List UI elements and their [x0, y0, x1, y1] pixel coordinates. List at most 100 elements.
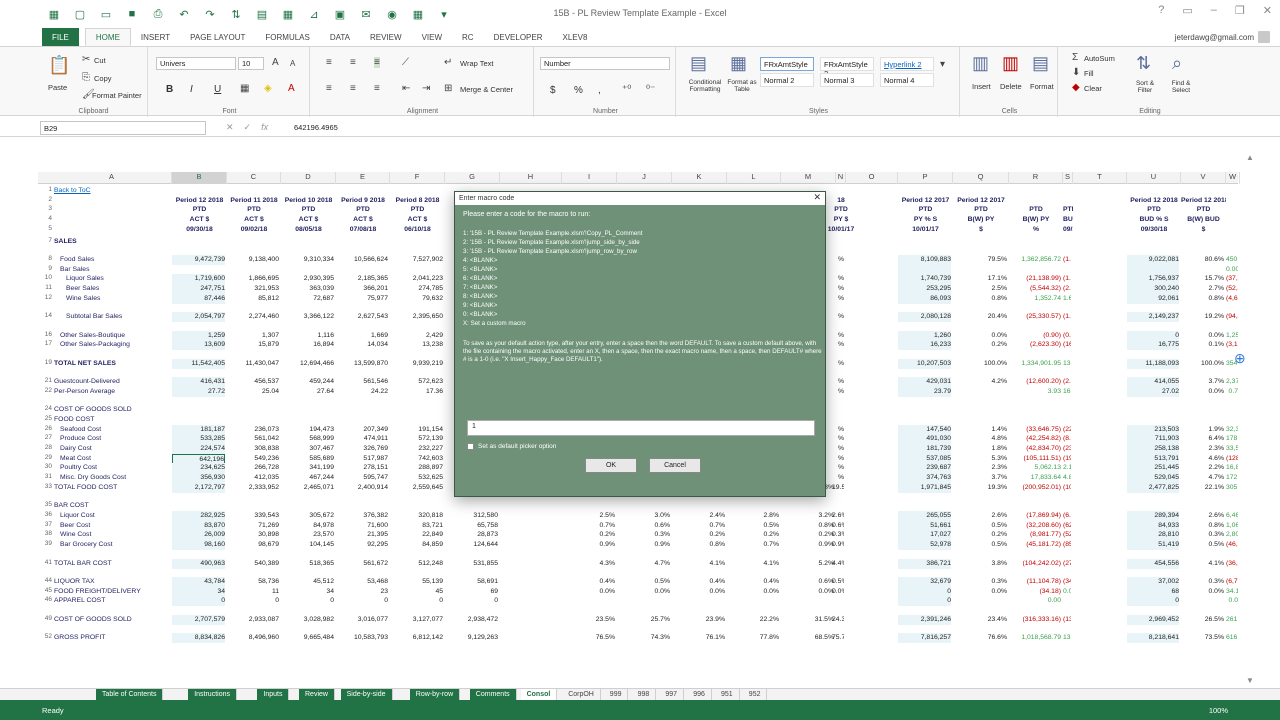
- header-cell[interactable]: 08/05/18: [281, 225, 336, 235]
- value-cell[interactable]: 4.8%: [1063, 473, 1071, 483]
- header-cell[interactable]: PY % S: [898, 215, 953, 225]
- value-cell[interactable]: 2,391,246: [898, 614, 951, 625]
- value-cell[interactable]: 0.0%: [953, 587, 1008, 597]
- macro-list-item[interactable]: 9: <BLANK>: [463, 301, 813, 310]
- value-cell[interactable]: (27.0%): [1063, 559, 1071, 569]
- value-cell[interactable]: 247,751: [172, 284, 225, 295]
- value-cell[interactable]: 1,866,695: [227, 274, 279, 284]
- row-label[interactable]: FOOD FREIGHT/DELIVERY: [54, 587, 172, 597]
- value-cell[interactable]: 288,897: [390, 463, 443, 473]
- value-cell[interactable]: 4.4%: [832, 559, 844, 569]
- italic-button[interactable]: I: [190, 84, 193, 95]
- value-cell[interactable]: 0: [1127, 330, 1179, 341]
- style-normal-3[interactable]: Normal 3: [820, 73, 874, 87]
- value-cell[interactable]: 0.5%: [953, 540, 1008, 550]
- value-cell[interactable]: 2,172,797: [172, 482, 225, 493]
- help-icon[interactable]: ?: [1158, 4, 1164, 17]
- header-cell[interactable]: Period 12 2017: [898, 196, 953, 206]
- value-cell[interactable]: 79,632: [390, 294, 443, 304]
- row-label[interactable]: SALES: [54, 237, 172, 247]
- value-cell[interactable]: 2,080,128: [898, 312, 951, 323]
- value-cell[interactable]: 2,333,952: [227, 483, 279, 493]
- value-cell[interactable]: (4,614.70: [1226, 294, 1238, 304]
- value-cell[interactable]: 26,009: [172, 530, 225, 541]
- align-left-icon[interactable]: ≡: [326, 83, 332, 94]
- tab-formulas[interactable]: FORMULAS: [255, 28, 319, 46]
- header-cell[interactable]: 06/10/18: [390, 225, 445, 235]
- value-cell[interactable]: (17,869.94): [1009, 511, 1061, 521]
- value-cell[interactable]: 53,468: [336, 577, 388, 587]
- value-cell[interactable]: 742,603: [390, 454, 443, 464]
- delete-cells-button[interactable]: Delete: [1000, 82, 1022, 91]
- insert-function-icon[interactable]: fx: [261, 122, 268, 133]
- header-cell[interactable]: Period 11 2018: [227, 196, 281, 206]
- value-cell[interactable]: 5.3%: [953, 454, 1008, 464]
- value-cell[interactable]: 533,285: [172, 434, 225, 445]
- row-label[interactable]: Other Sales-Packaging: [60, 340, 178, 350]
- row-label[interactable]: Meat Cost: [60, 454, 178, 464]
- value-cell[interactable]: 9,665,484: [281, 633, 334, 643]
- value-cell[interactable]: (6,782.6: [1226, 577, 1238, 587]
- header-cell[interactable]: ACT $: [336, 215, 390, 225]
- value-cell[interactable]: 1,307: [227, 331, 279, 341]
- tab-rc[interactable]: RC: [452, 28, 484, 46]
- autosum-icon[interactable]: Σ: [1072, 52, 1078, 63]
- value-cell[interactable]: (42,834.70): [1009, 444, 1061, 454]
- clear-icon[interactable]: ◆: [1072, 82, 1080, 93]
- row-label[interactable]: Other Sales-Boutique: [60, 331, 178, 341]
- header-cell[interactable]: B(W) BUD: [1181, 215, 1226, 225]
- value-cell[interactable]: 19.3%: [953, 483, 1007, 493]
- wrap-text-button[interactable]: Wrap Text: [460, 59, 494, 68]
- row-label[interactable]: Bar Grocery Cost: [60, 540, 178, 550]
- row-number[interactable]: 14: [38, 312, 52, 319]
- percent-cell[interactable]: 0.2%: [781, 530, 835, 540]
- redo-icon[interactable]: ↷: [200, 4, 220, 24]
- value-cell[interactable]: 0.0%: [1063, 587, 1071, 597]
- value-cell[interactable]: (42,254.82): [1009, 434, 1061, 444]
- percent-cell[interactable]: 0.4%: [672, 577, 726, 587]
- value-cell[interactable]: (22.8%): [1063, 425, 1071, 435]
- value-cell[interactable]: 0: [336, 596, 388, 606]
- value-cell[interactable]: 68: [1127, 586, 1179, 597]
- percent-cell[interactable]: 3.0%: [617, 511, 671, 521]
- value-cell[interactable]: (128,405.7: [1226, 454, 1238, 464]
- value-cell[interactable]: (1.2%): [1063, 255, 1071, 265]
- value-cell[interactable]: 374,763: [898, 473, 951, 484]
- value-cell[interactable]: 6,468.9: [1226, 511, 1238, 521]
- percent-cell[interactable]: 0.5%: [617, 577, 671, 587]
- copy-icon[interactable]: ⎘: [82, 72, 90, 83]
- percent-cell[interactable]: 5.2%: [781, 559, 835, 569]
- clear-button[interactable]: Clear: [1084, 84, 1102, 93]
- value-cell[interactable]: 239,687: [898, 463, 951, 474]
- row-number[interactable]: 37: [38, 521, 52, 528]
- name-box[interactable]: B29: [40, 121, 206, 135]
- value-cell[interactable]: 178,617.3: [1226, 434, 1238, 444]
- globe-icon[interactable]: ◉: [382, 4, 402, 24]
- row-number[interactable]: 38: [38, 530, 52, 537]
- value-cell[interactable]: 1,018,568.79: [1009, 633, 1061, 643]
- percent-cell[interactable]: 2.4%: [672, 511, 726, 521]
- row-number[interactable]: 45: [38, 587, 52, 594]
- value-cell[interactable]: 2,477,825: [1127, 482, 1179, 493]
- value-cell[interactable]: 8,496,960: [227, 633, 279, 643]
- header-cell[interactable]: PTD: [336, 205, 390, 215]
- paste-icon[interactable]: 📋: [48, 55, 70, 76]
- column-header-f[interactable]: F: [390, 172, 445, 184]
- fill-button[interactable]: Fill: [1084, 69, 1094, 78]
- value-cell[interactable]: 234,625: [172, 463, 225, 474]
- column-header-c[interactable]: C: [227, 172, 281, 184]
- value-cell[interactable]: 595,747: [336, 473, 388, 483]
- column-header-u[interactable]: U: [1127, 172, 1181, 184]
- wrap-text-icon[interactable]: ↵: [444, 57, 452, 68]
- header-cell[interactable]: 09/02/18: [227, 225, 281, 235]
- value-cell[interactable]: 75.7%: [832, 633, 844, 643]
- value-cell[interactable]: 14,034: [336, 340, 388, 350]
- header-cell[interactable]: ACT $: [172, 215, 227, 225]
- value-cell[interactable]: 491,030: [898, 434, 951, 445]
- value-cell[interactable]: 16,819.6: [1226, 463, 1238, 473]
- column-header-m[interactable]: M: [781, 172, 836, 184]
- row-number[interactable]: 2: [38, 196, 52, 203]
- value-cell[interactable]: 23,570: [281, 530, 334, 540]
- value-cell[interactable]: 172,115.6: [1226, 473, 1238, 483]
- value-cell[interactable]: 307,467: [281, 444, 334, 454]
